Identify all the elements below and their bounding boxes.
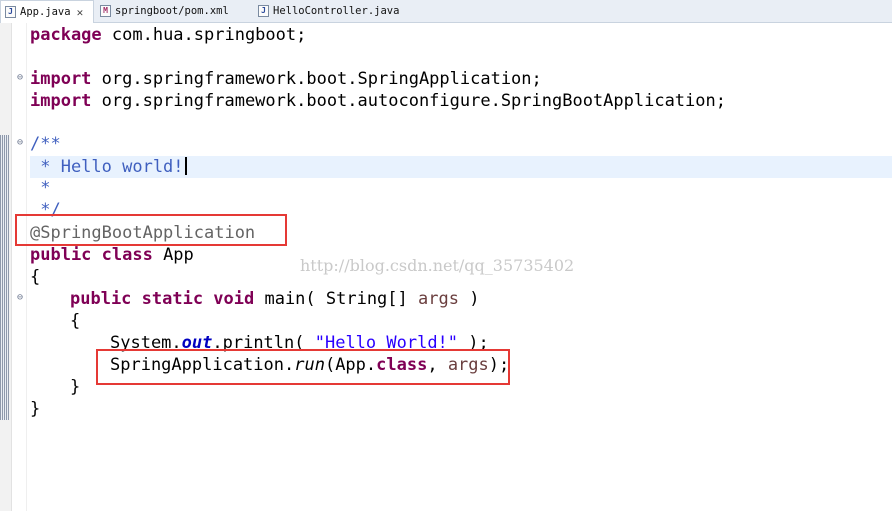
maven-file-icon: M bbox=[100, 5, 111, 17]
tab-app-java[interactable]: J App.java ✕ bbox=[0, 0, 94, 23]
code-line[interactable]: } bbox=[70, 376, 80, 398]
code-line[interactable]: * Hello world! bbox=[30, 156, 187, 178]
vertical-ruler-marker bbox=[0, 135, 9, 420]
code-line[interactable]: } bbox=[30, 398, 40, 420]
tab-label: springboot/pom.xml bbox=[115, 5, 229, 17]
highlight-box-annotation bbox=[15, 214, 287, 246]
watermark-text: http://blog.csdn.net/qq_35735402 bbox=[300, 256, 575, 275]
tab-label: HelloController.java bbox=[273, 5, 400, 17]
tab-pom-xml[interactable]: M springboot/pom.xml bbox=[96, 0, 229, 22]
highlight-box-run-call bbox=[96, 349, 510, 385]
code-line[interactable]: /** bbox=[30, 133, 61, 155]
code-line[interactable]: package com.hua.springboot; bbox=[30, 24, 306, 46]
code-line[interactable]: { bbox=[70, 310, 80, 332]
code-line[interactable]: public class App bbox=[30, 244, 194, 266]
java-file-icon: J bbox=[258, 5, 269, 17]
code-line[interactable]: { bbox=[30, 266, 40, 288]
code-line[interactable]: import org.springframework.boot.autoconf… bbox=[30, 90, 726, 112]
gutter-separator bbox=[26, 23, 27, 511]
tab-hellocontroller-java[interactable]: J HelloController.java bbox=[254, 0, 399, 22]
fold-toggle-icon[interactable]: ⊖ bbox=[15, 73, 25, 83]
close-icon[interactable]: ✕ bbox=[77, 6, 84, 19]
fold-toggle-icon[interactable]: ⊖ bbox=[15, 138, 25, 148]
editor-tab-bar: J App.java ✕ M springboot/pom.xml J Hell… bbox=[0, 0, 892, 23]
java-file-icon: J bbox=[5, 6, 16, 18]
code-line[interactable]: * bbox=[30, 177, 50, 199]
tab-label: App.java bbox=[20, 6, 71, 18]
code-line[interactable]: import org.springframework.boot.SpringAp… bbox=[30, 68, 542, 90]
text-caret bbox=[184, 157, 187, 175]
fold-toggle-icon[interactable]: ⊖ bbox=[15, 293, 25, 303]
code-line[interactable]: public static void main( String[] args ) bbox=[70, 288, 479, 310]
